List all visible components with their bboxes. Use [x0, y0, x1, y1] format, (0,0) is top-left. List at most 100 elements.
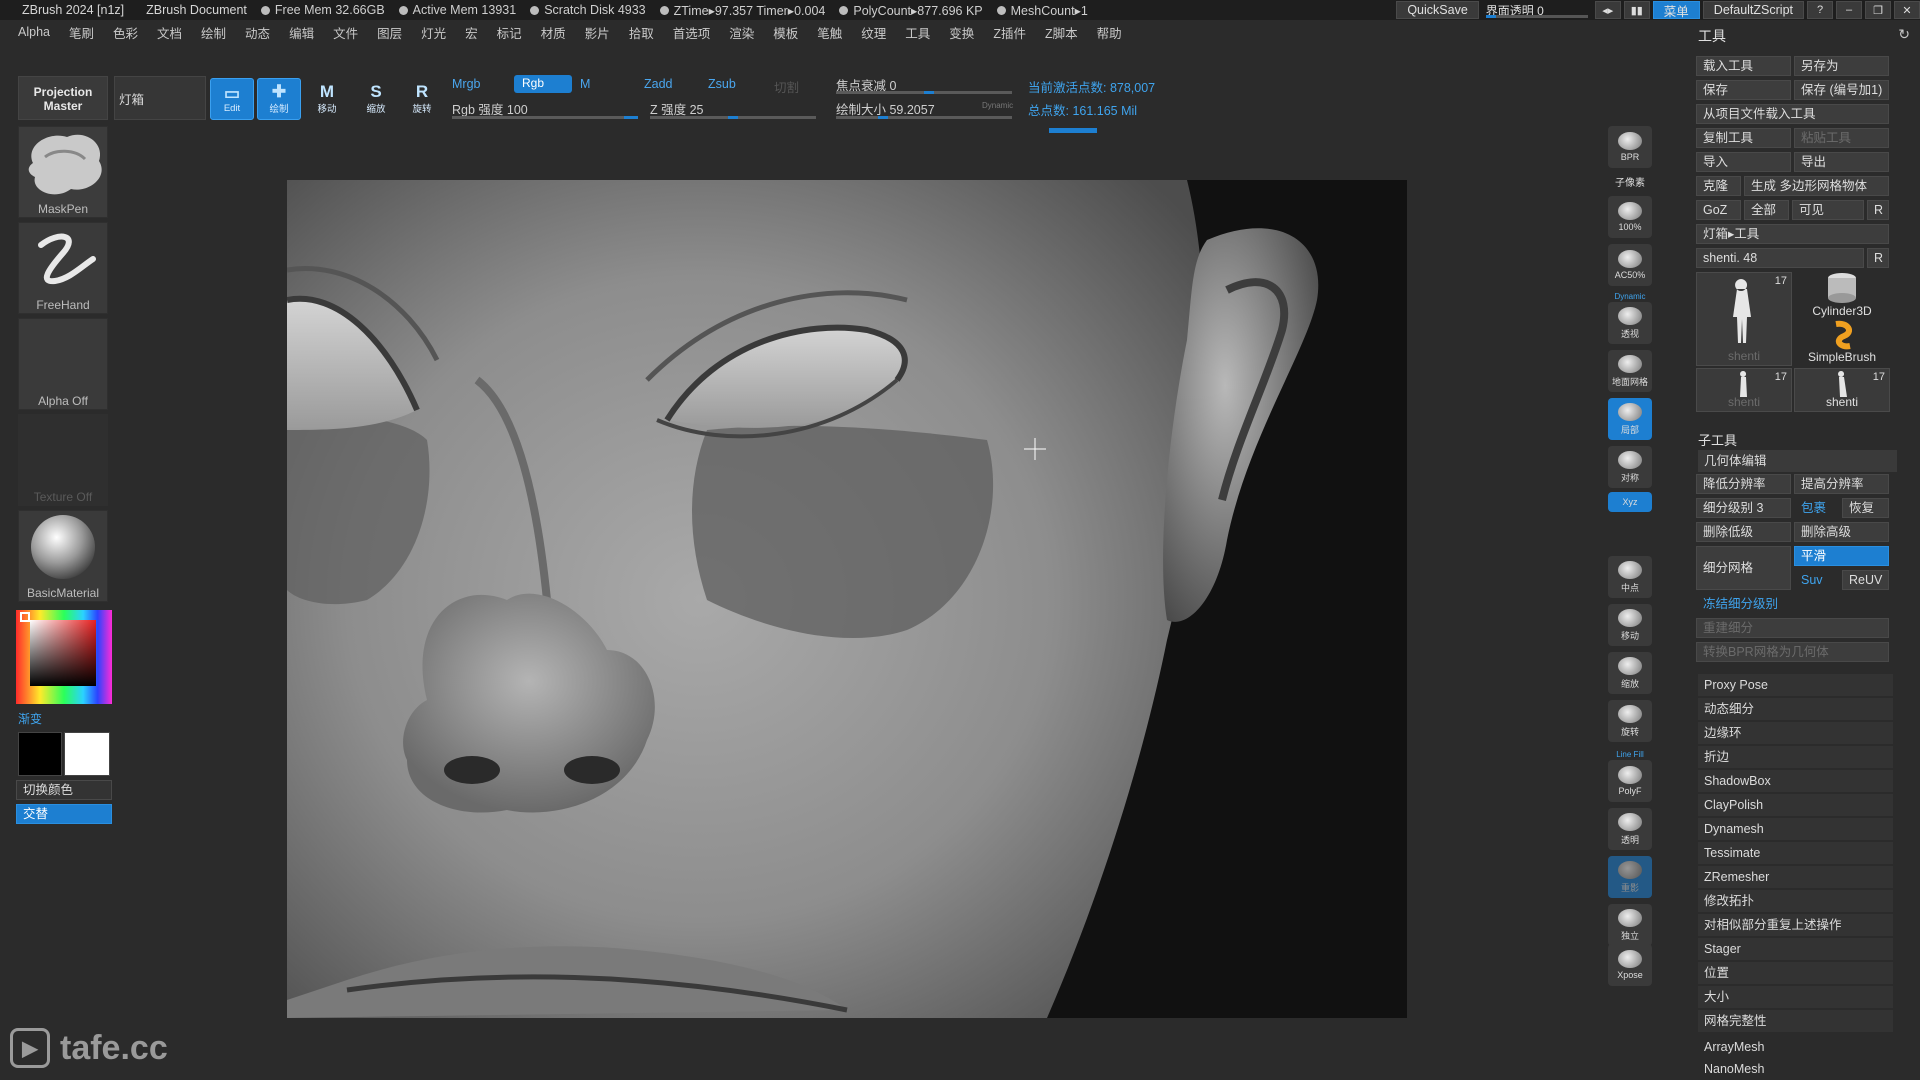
import-button[interactable]: 导入	[1696, 152, 1791, 172]
geometry-subpalette-item[interactable]: Stager	[1698, 938, 1893, 960]
save-as-button[interactable]: 另存为	[1794, 56, 1889, 76]
menu-item[interactable]: 纹理	[861, 23, 886, 42]
menu-item[interactable]: 影片	[585, 23, 610, 42]
freeze-sdiv-button[interactable]: 冻结细分级别	[1696, 594, 1889, 614]
load-tool-button[interactable]: 载入工具	[1696, 56, 1791, 76]
reconstruct-button[interactable]: 重建细分	[1696, 618, 1889, 638]
geometry-subpalette-item[interactable]: 位置	[1698, 962, 1893, 984]
secondary-color-swatch[interactable]	[64, 732, 110, 776]
zadd-button[interactable]: Zadd	[644, 77, 673, 91]
lightbox-tools-button[interactable]: 灯箱▸工具	[1696, 224, 1889, 244]
geometry-subpalette-item[interactable]: ShadowBox	[1698, 770, 1893, 792]
move-mode-button[interactable]: M 移动	[305, 78, 349, 120]
geometry-subpalette-item[interactable]: 边缘环	[1698, 722, 1893, 744]
smooth-toggle[interactable]: 平滑	[1794, 546, 1889, 566]
tool-thumb-shenti-2[interactable]: 17 shenti	[1696, 368, 1792, 412]
geometry-subpalette-item[interactable]: ClayPolish	[1698, 794, 1893, 816]
divide-button[interactable]: 细分网格	[1696, 546, 1791, 590]
mrgb-button[interactable]: Mrgb	[452, 77, 480, 91]
reuv-toggle[interactable]: ReUV	[1842, 570, 1889, 590]
bpr-button[interactable]: BPR	[1608, 126, 1652, 168]
delete-higher-button[interactable]: 删除高级	[1794, 522, 1889, 542]
tool-thumb-shenti[interactable]: 17 shenti	[1696, 272, 1792, 366]
menu-item[interactable]: 模板	[773, 23, 798, 42]
minimize-icon[interactable]: –	[1836, 1, 1862, 19]
main-color-swatch[interactable]	[18, 732, 62, 776]
geometry-subpalette-item[interactable]: ZRemesher	[1698, 866, 1893, 888]
menu-item[interactable]: 笔触	[817, 23, 842, 42]
ac50-button[interactable]: AC50%	[1608, 244, 1652, 286]
m-button[interactable]: M	[580, 77, 590, 91]
goz-visible-button[interactable]: 可见	[1792, 200, 1864, 220]
copy-tool-button[interactable]: 复制工具	[1696, 128, 1791, 148]
geometry-subpalette-item[interactable]: Dynamesh	[1698, 818, 1893, 840]
projection-master-button[interactable]: Projection Master	[18, 76, 108, 120]
subpixel-label[interactable]: 子像素	[1604, 174, 1656, 189]
menu-item[interactable]: 图层	[377, 23, 402, 42]
scale-mode-button[interactable]: S 缩放	[354, 78, 398, 120]
save-increment-button[interactable]: 保存 (编号加1)	[1794, 80, 1889, 100]
move-view-button[interactable]: 移动	[1608, 604, 1652, 646]
floor-grid-button[interactable]: 地面网格	[1608, 350, 1652, 392]
dynamic-size-toggle[interactable]: Dynamic	[982, 101, 1013, 110]
geometry-subpalette-item[interactable]: 大小	[1698, 986, 1893, 1008]
menu-item[interactable]: Alpha	[18, 25, 50, 39]
menu-item[interactable]: 色彩	[113, 23, 138, 42]
close-icon[interactable]: ✕	[1894, 1, 1920, 19]
clone-button[interactable]: 克隆	[1696, 176, 1741, 196]
cage-button[interactable]: 包裹	[1794, 498, 1839, 518]
frame-button[interactable]: 中点	[1608, 556, 1652, 598]
current-tool-slider[interactable]: shenti. 48	[1696, 248, 1864, 268]
suv-toggle[interactable]: Suv	[1794, 570, 1839, 590]
current-tool-r-button[interactable]: R	[1867, 248, 1889, 268]
geometry-subpalette-item[interactable]: 动态细分	[1698, 698, 1893, 720]
rotate-view-button[interactable]: 旋转	[1608, 700, 1652, 742]
geometry-header[interactable]: 几何体编辑	[1698, 450, 1897, 472]
menu-item[interactable]: Z脚本	[1045, 23, 1078, 42]
menu-item[interactable]: 动态	[245, 23, 270, 42]
menu-item[interactable]: 拾取	[629, 23, 654, 42]
menu-item[interactable]: 宏	[465, 23, 478, 42]
quicksave-button[interactable]: QuickSave	[1396, 1, 1479, 19]
transparency-toggle-icon[interactable]: ◂▸	[1594, 1, 1621, 19]
menu-item[interactable]: 标记	[497, 23, 522, 42]
zoom-100-button[interactable]: 100%	[1608, 196, 1652, 238]
rotate-mode-button[interactable]: R 旋转	[400, 78, 444, 120]
layout-toggle-icon[interactable]: ▮▮	[1623, 1, 1650, 19]
menus-button[interactable]: 菜单	[1652, 1, 1700, 19]
refresh-icon[interactable]: ↻	[1898, 26, 1910, 43]
menu-item[interactable]: 变换	[949, 23, 974, 42]
restore-icon[interactable]: ❐	[1865, 1, 1891, 19]
geometry-subpalette-item[interactable]: 折边	[1698, 746, 1893, 768]
ghost-button[interactable]: 重影	[1608, 856, 1652, 898]
symmetry-button[interactable]: 对称	[1608, 446, 1652, 488]
color-picker[interactable]	[16, 610, 112, 704]
save-button[interactable]: 保存	[1696, 80, 1791, 100]
nanomesh-header[interactable]: NanoMesh	[1698, 1058, 1893, 1080]
sdiv-slider[interactable]: 细分级别 3	[1696, 498, 1791, 518]
goz-all-button[interactable]: 全部	[1744, 200, 1789, 220]
menu-item[interactable]: 帮助	[1097, 23, 1122, 42]
delete-lower-button[interactable]: 删除低级	[1696, 522, 1791, 542]
local-symmetry-button[interactable]: 局部	[1608, 398, 1652, 440]
lightbox-button[interactable]: 灯箱	[114, 76, 206, 120]
tool-thumb-cylinder3d[interactable]: Cylinder3D	[1794, 272, 1890, 320]
gradient-toggle[interactable]: 渐变	[18, 710, 42, 727]
tool-thumb-shenti-3[interactable]: 17 shenti	[1794, 368, 1890, 412]
xyz-button[interactable]: Xyz	[1608, 492, 1652, 512]
higher-res-button[interactable]: 提高分辨率	[1794, 474, 1889, 494]
load-from-project-button[interactable]: 从项目文件载入工具	[1696, 104, 1889, 124]
zcut-button[interactable]: 切割	[774, 77, 799, 96]
rgb-button[interactable]: Rgb	[514, 75, 572, 93]
geometry-subpalette-item[interactable]: Tessimate	[1698, 842, 1893, 864]
default-zscript-button[interactable]: DefaultZScript	[1702, 1, 1804, 19]
geometry-subpalette-item[interactable]: Proxy Pose	[1698, 674, 1893, 696]
restore-button[interactable]: 恢复	[1842, 498, 1889, 518]
geometry-subpalette-item[interactable]: 网格完整性	[1698, 1010, 1893, 1032]
xpose-button[interactable]: Xpose	[1608, 944, 1652, 986]
transparent-button[interactable]: 透明	[1608, 808, 1652, 850]
switch-color-button[interactable]: 切换颜色	[16, 780, 112, 800]
menu-item[interactable]: 绘制	[201, 23, 226, 42]
paste-tool-button[interactable]: 粘贴工具	[1794, 128, 1889, 148]
lower-res-button[interactable]: 降低分辨率	[1696, 474, 1791, 494]
